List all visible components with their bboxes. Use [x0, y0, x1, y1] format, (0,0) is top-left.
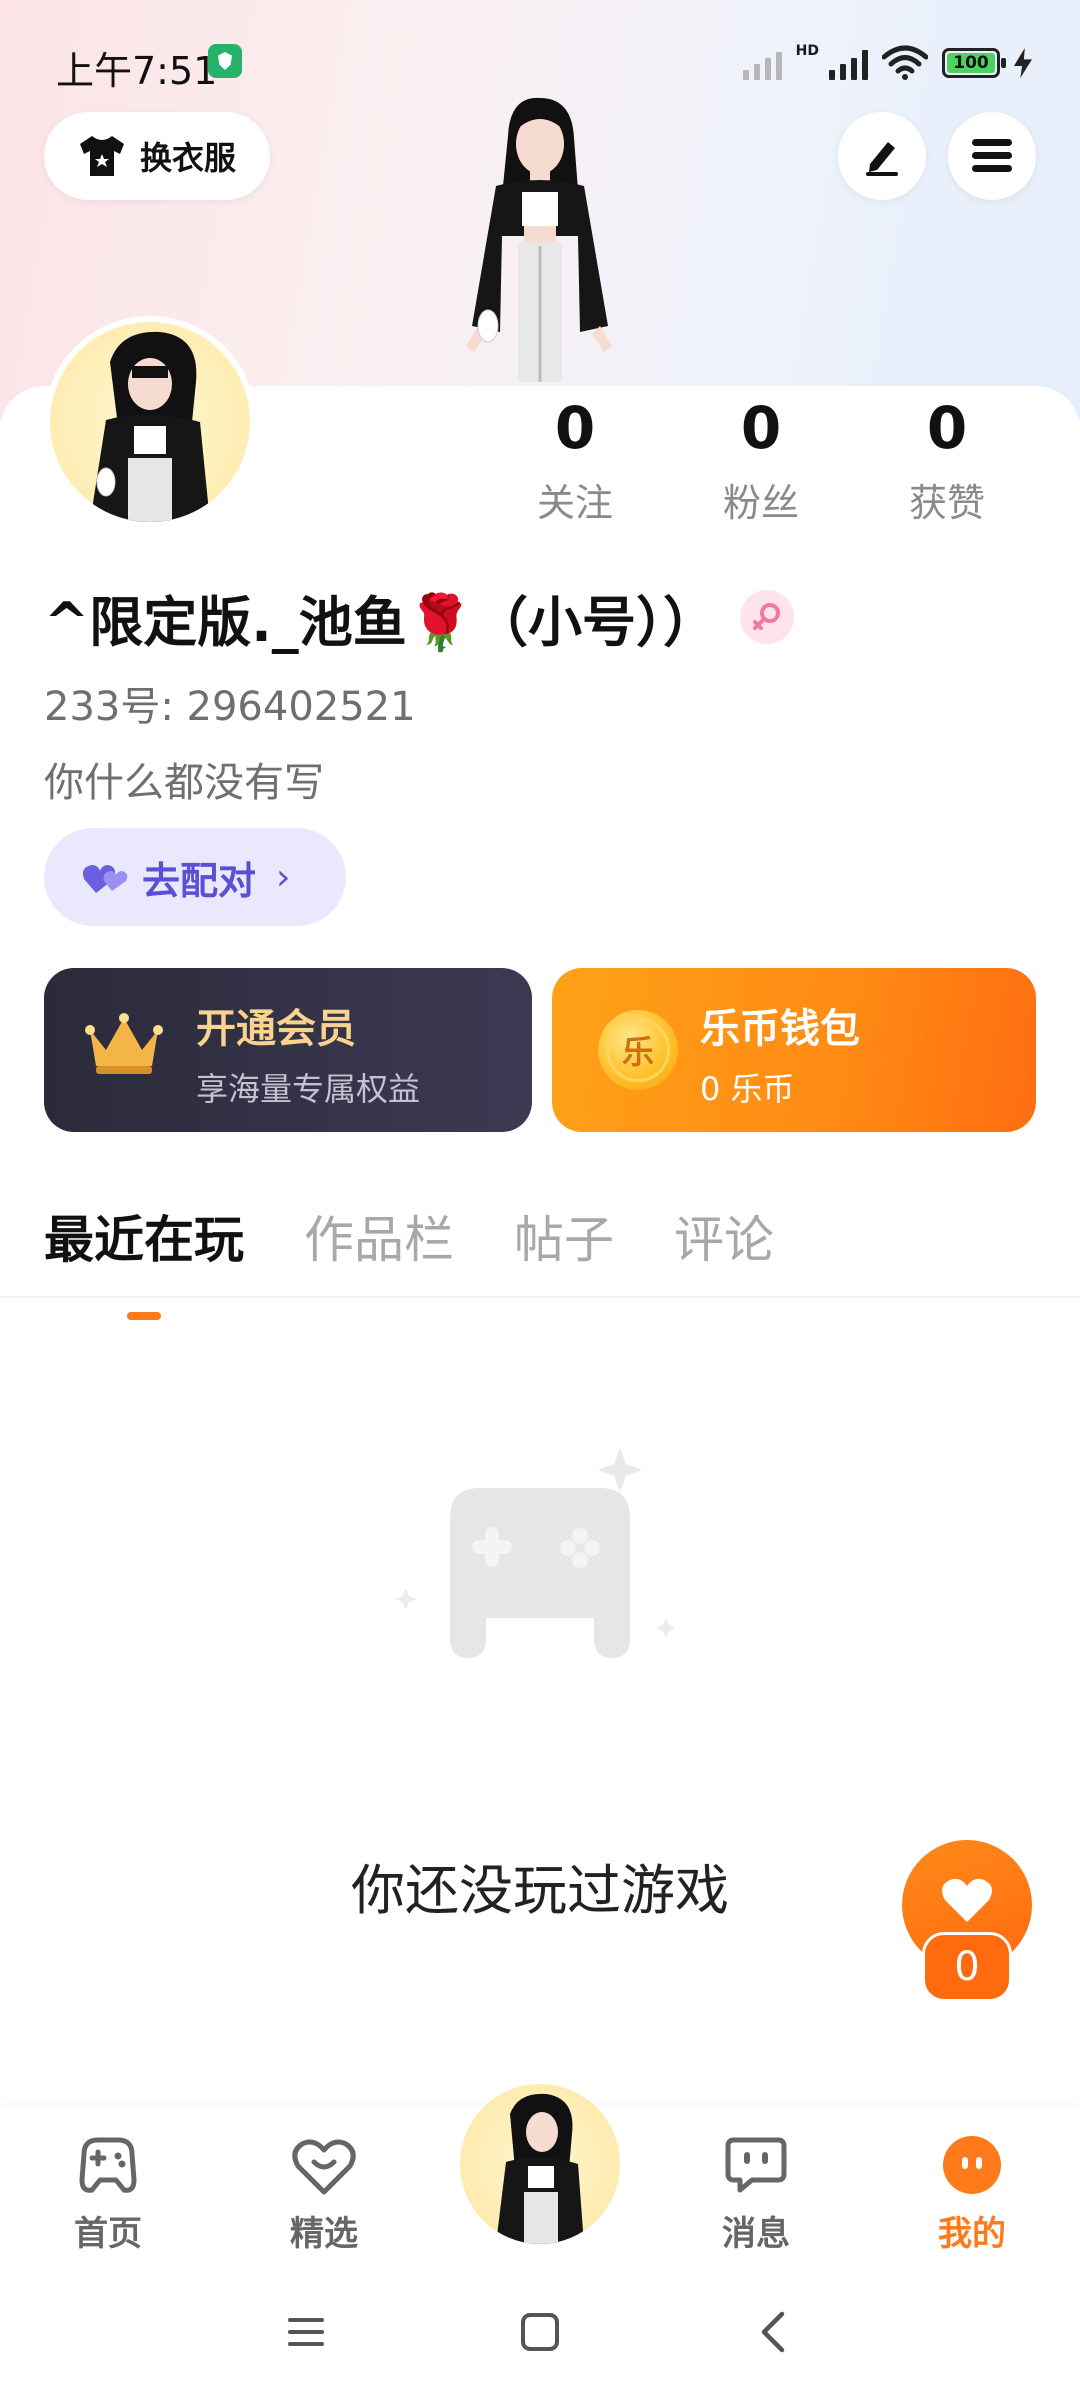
chat-icon	[725, 2137, 787, 2193]
wallet-balance: 0 乐币	[700, 1070, 795, 1108]
dress-up-label: 换衣服	[139, 139, 236, 177]
content-tabs: 最近在玩 作品栏 帖子 评论	[44, 1200, 774, 1320]
match-label: 去配对	[142, 858, 257, 903]
nav-profile-label: 我的	[938, 2214, 1006, 2254]
tshirt-icon	[79, 136, 124, 176]
user-id: 233号: 296402521	[44, 684, 416, 730]
followers-count: 0	[740, 394, 782, 462]
nav-featured[interactable]: 精选	[244, 2134, 404, 2255]
profile-stats: 0 关注 0 粉丝 0 获赞	[482, 396, 1040, 527]
tabs-divider	[0, 1296, 1080, 1298]
bio-text[interactable]: 你什么都没有写	[44, 750, 324, 808]
status-time: 上午7:51	[56, 49, 218, 93]
crown-icon	[85, 1013, 163, 1074]
wallet-card[interactable]: 乐 乐币钱包 0 乐币	[552, 968, 1036, 1132]
heart-smile-icon	[292, 2139, 356, 2195]
dress-up-button[interactable]: 换衣服	[44, 112, 270, 200]
profile-face-icon	[943, 2136, 1001, 2194]
nickname: ^限定版._池鱼🌹（小号））	[44, 591, 717, 654]
stat-following[interactable]: 0 关注	[482, 396, 668, 527]
coin-icon: 乐	[598, 1010, 678, 1090]
security-shield-icon	[208, 44, 242, 78]
nav-messages-label: 消息	[722, 2214, 790, 2254]
system-navigation-bar	[0, 2276, 1080, 2400]
nav-avatar-portrait	[496, 2093, 584, 2244]
heart-icon	[941, 1878, 993, 1922]
vip-subtitle: 享海量专属权益	[196, 1070, 421, 1108]
menu-button[interactable]	[948, 112, 1036, 200]
menu-icon	[972, 139, 1012, 172]
hd-label: HD	[795, 43, 819, 59]
wifi-icon	[882, 45, 928, 80]
vip-title: 开通会员	[196, 1006, 356, 1052]
signal-sim2-icon	[742, 46, 782, 80]
nav-messages[interactable]: 消息	[676, 2134, 836, 2255]
followers-label: 粉丝	[722, 481, 799, 525]
battery-level: 100	[947, 53, 995, 73]
match-button[interactable]: 去配对 ›	[44, 828, 346, 926]
empty-gamepad-illustration	[395, 1448, 676, 1658]
chevron-right-icon: ›	[276, 856, 291, 898]
like-count-badge: 0	[922, 1932, 1012, 2002]
avatar-figure[interactable]	[430, 96, 650, 386]
tab-recently-played-label: 最近在玩	[44, 1211, 244, 1269]
tab-recently-played[interactable]: 最近在玩	[44, 1200, 244, 1320]
double-heart-icon	[83, 865, 128, 893]
nav-avatar-button[interactable]	[460, 2084, 620, 2244]
status-indicators: HD 100	[742, 38, 1032, 88]
nav-home-label: 首页	[74, 2214, 142, 2254]
stat-likes[interactable]: 0 获赞	[854, 396, 1040, 527]
edit-icon	[866, 142, 898, 176]
stat-followers[interactable]: 0 粉丝	[668, 396, 854, 527]
following-label: 关注	[536, 481, 613, 525]
profile-avatar[interactable]	[44, 316, 256, 528]
female-gender-icon	[740, 590, 794, 644]
wallet-title: 乐币钱包	[700, 1006, 860, 1052]
home-square-icon[interactable]	[520, 2312, 560, 2352]
recent-apps-icon[interactable]	[286, 2312, 326, 2352]
tab-indicator	[127, 1312, 161, 1320]
avatar-portrait	[90, 331, 210, 522]
tab-comments[interactable]: 评论	[674, 1200, 774, 1272]
tab-posts[interactable]: 帖子	[514, 1200, 614, 1272]
gamepad-icon	[79, 2137, 137, 2193]
nav-home[interactable]: 首页	[28, 2134, 188, 2255]
nav-profile[interactable]: 我的	[892, 2134, 1052, 2255]
nav-featured-label: 精选	[290, 2214, 358, 2254]
following-count: 0	[554, 394, 596, 462]
tab-works[interactable]: 作品栏	[304, 1200, 454, 1272]
likes-count: 0	[926, 394, 968, 462]
edit-button[interactable]	[838, 112, 926, 200]
signal-sim1-icon	[829, 46, 868, 80]
battery-icon: 100	[942, 48, 1006, 78]
vip-card[interactable]: 开通会员 享海量专属权益	[44, 968, 532, 1132]
back-arrow-icon[interactable]	[758, 2310, 788, 2354]
charging-icon	[1014, 48, 1032, 78]
likes-label: 获赞	[908, 481, 985, 525]
